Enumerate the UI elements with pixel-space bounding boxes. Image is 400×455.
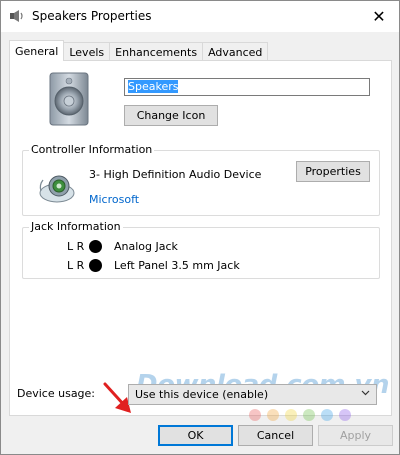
chevron-down-icon — [361, 388, 370, 400]
close-button[interactable]: ✕ — [359, 1, 399, 32]
window-title: Speakers Properties — [32, 9, 152, 23]
apply-button[interactable]: Apply — [318, 425, 393, 446]
dialog-client: General Levels Enhancements Advanced Spe… — [1, 32, 399, 454]
jack-color-indicator — [89, 239, 102, 253]
audio-device-icon — [39, 175, 75, 203]
controller-information-group: Controller Information 3- High Definitio… — [22, 143, 380, 216]
tab-levels[interactable]: Levels — [63, 42, 111, 61]
jack-name: Left Panel 3.5 mm Jack — [114, 258, 240, 272]
device-usage-label: Device usage: — [17, 387, 96, 400]
tab-enhancements[interactable]: Enhancements — [109, 42, 204, 61]
jack-color-indicator — [89, 258, 102, 272]
jack-channels: L R — [67, 239, 85, 253]
controller-properties-button[interactable]: Properties — [296, 161, 370, 182]
title-bar[interactable]: Speakers Properties ✕ — [1, 1, 399, 32]
device-name-value: Speakers — [128, 80, 179, 93]
tab-strip: General Levels Enhancements Advanced — [9, 40, 269, 61]
controller-information-label: Controller Information — [29, 143, 155, 156]
jack-name: Analog Jack — [114, 239, 178, 253]
speaker-icon — [10, 10, 23, 22]
controller-vendor-link[interactable]: Microsoft — [89, 193, 139, 206]
device-usage-select[interactable]: Use this device (enable) — [128, 384, 377, 405]
jack-channels: L R — [67, 258, 85, 272]
controller-device-name: 3- High Definition Audio Device — [89, 168, 262, 181]
general-panel: Speakers Change Icon Controller Informat… — [9, 60, 392, 416]
change-icon-button[interactable]: Change Icon — [124, 105, 218, 126]
tab-general[interactable]: General — [9, 40, 65, 61]
ok-button[interactable]: OK — [158, 425, 233, 446]
jack-information-label: Jack Information — [29, 220, 123, 233]
close-icon: ✕ — [372, 7, 386, 26]
device-name-input[interactable]: Speakers — [124, 78, 370, 96]
jack-row: L R Analog Jack — [67, 237, 178, 255]
cancel-button[interactable]: Cancel — [238, 425, 313, 446]
jack-information-group: Jack Information L R Analog Jack L R Lef… — [22, 220, 380, 279]
jack-row: L R Left Panel 3.5 mm Jack — [67, 256, 240, 274]
speaker-device-icon — [49, 72, 89, 126]
properties-window: Speakers Properties ✕ General Levels Enh… — [0, 0, 400, 455]
device-usage-value: Use this device (enable) — [135, 388, 269, 401]
tab-advanced[interactable]: Advanced — [202, 42, 269, 61]
